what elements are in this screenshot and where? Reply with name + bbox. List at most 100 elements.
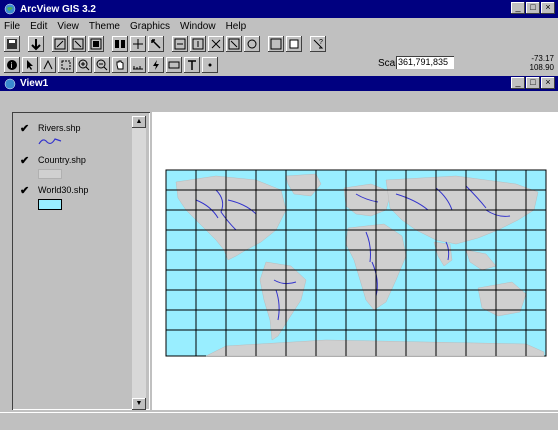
toc-scrollbar[interactable]: ▲ ▼ <box>132 116 146 410</box>
select-by-theme-icon <box>289 39 299 49</box>
zoom-active-theme-icon <box>192 38 204 50</box>
draw-tool[interactable] <box>202 57 218 73</box>
menu-graphics[interactable]: Graphics <box>130 21 170 32</box>
query-builder-icon <box>151 39 161 49</box>
zoom-out-button[interactable] <box>244 36 260 52</box>
country-fill-symbol <box>38 169 62 179</box>
view-window-icon <box>4 78 16 89</box>
world-map[interactable] <box>152 112 558 410</box>
measure-tool[interactable] <box>130 57 146 73</box>
theme-visibility-checkbox[interactable]: ✔ <box>20 154 29 167</box>
scroll-up-button[interactable]: ▲ <box>132 116 146 128</box>
zoom-out-tool-icon <box>96 59 108 71</box>
select-feature-tool[interactable] <box>58 57 74 73</box>
scale-input[interactable]: 361,791,835 <box>396 56 454 69</box>
status-bar <box>0 412 558 430</box>
menu-window[interactable]: Window <box>180 21 216 32</box>
find-icon <box>115 40 125 48</box>
svg-text:i: i <box>11 61 13 70</box>
zoom-in-tool-icon <box>78 59 90 71</box>
zoom-full-extent-icon <box>174 38 186 50</box>
identify-tool[interactable]: i <box>4 57 20 73</box>
pointer-tool-icon <box>27 60 33 70</box>
app-title-bar: ArcView GIS 3.2 _ □ × <box>0 0 558 18</box>
view-maximize-button[interactable]: □ <box>526 77 540 89</box>
pan-tool[interactable] <box>112 57 128 73</box>
label-tool-icon <box>168 61 180 69</box>
theme-visibility-checkbox[interactable]: ✔ <box>20 184 29 197</box>
theme-visibility-checkbox[interactable]: ✔ <box>20 122 29 135</box>
coord-y: 108.90 <box>529 63 554 72</box>
text-tool-icon <box>188 60 196 70</box>
select-by-theme-button[interactable] <box>286 36 302 52</box>
edit-legend-button[interactable] <box>70 36 86 52</box>
theme-name: Rivers.shp <box>38 123 81 133</box>
theme-name: World30.shp <box>38 185 89 195</box>
select-feature-icon <box>61 60 71 70</box>
open-table-button[interactable] <box>88 36 104 52</box>
scroll-down-button[interactable]: ▼ <box>132 398 146 410</box>
ocean-fill-symbol <box>38 199 62 210</box>
menu-bar: File Edit View Theme Graphics Window Hel… <box>0 18 558 34</box>
identify-tool-icon: i <box>7 60 17 70</box>
pointer-tool[interactable] <box>22 57 38 73</box>
locate-icon <box>133 39 143 49</box>
menu-theme[interactable]: Theme <box>89 21 120 32</box>
locate-button[interactable] <box>130 36 146 52</box>
vertex-edit-tool[interactable] <box>40 57 56 73</box>
add-theme-button[interactable] <box>28 36 44 52</box>
cursor-coordinates: -73.17 108.90 <box>530 54 554 72</box>
help-icon: ? <box>313 39 324 49</box>
text-tool[interactable] <box>184 57 200 73</box>
coord-x: -73.17 <box>531 54 554 63</box>
vertex-edit-icon <box>43 59 53 70</box>
label-tool[interactable] <box>166 57 182 73</box>
minimize-button[interactable]: _ <box>511 2 525 14</box>
query-builder-button[interactable] <box>148 36 164 52</box>
maximize-button[interactable]: □ <box>526 2 540 14</box>
hotlink-tool-icon <box>153 60 159 70</box>
theme-properties-button[interactable] <box>52 36 68 52</box>
button-bar: ? <box>0 34 558 54</box>
view-close-button[interactable]: × <box>541 77 555 89</box>
pan-tool-icon <box>116 60 124 70</box>
zoom-selected-button[interactable] <box>208 36 224 52</box>
edit-legend-icon <box>72 38 84 50</box>
theme-properties-icon <box>54 38 66 50</box>
save-button[interactable] <box>4 36 20 52</box>
zoom-in-tool[interactable] <box>76 57 92 73</box>
svg-text:?: ? <box>319 39 323 46</box>
hotlink-tool[interactable] <box>148 57 164 73</box>
zoom-in-icon <box>228 38 240 50</box>
draw-tool-icon <box>208 63 212 67</box>
zoom-out-icon <box>247 39 257 49</box>
help-button[interactable]: ? <box>310 36 326 52</box>
zoom-active-theme-button[interactable] <box>190 36 206 52</box>
menu-help[interactable]: Help <box>226 21 247 32</box>
zoom-full-extent-button[interactable] <box>172 36 188 52</box>
view-title-bar: View1 _ □ × <box>0 76 558 91</box>
app-title: ArcView GIS 3.2 <box>20 3 96 15</box>
river-line-symbol <box>38 138 62 145</box>
zoom-selected-icon <box>211 39 221 49</box>
menu-view[interactable]: View <box>57 21 79 32</box>
menu-file[interactable]: File <box>4 21 20 32</box>
zoom-previous-icon <box>270 38 282 50</box>
add-theme-icon <box>31 39 41 51</box>
zoom-in-button[interactable] <box>226 36 242 52</box>
find-button[interactable] <box>112 36 128 52</box>
map-display[interactable] <box>152 112 558 410</box>
save-icon <box>7 39 17 49</box>
close-button[interactable]: × <box>541 2 555 14</box>
zoom-out-tool[interactable] <box>94 57 110 73</box>
theme-name: Country.shp <box>38 155 86 165</box>
table-of-contents: ✔ Rivers.shp ✔ Country.shp ✔ World30.shp <box>12 112 150 410</box>
open-table-icon <box>90 38 102 50</box>
arcview-globe-icon <box>4 3 16 15</box>
view-title: View1 <box>20 78 49 89</box>
measure-tool-icon <box>133 66 143 70</box>
tool-bar: i <box>0 55 558 75</box>
menu-edit[interactable]: Edit <box>30 21 47 32</box>
zoom-previous-button[interactable] <box>268 36 284 52</box>
view-minimize-button[interactable]: _ <box>511 77 525 89</box>
